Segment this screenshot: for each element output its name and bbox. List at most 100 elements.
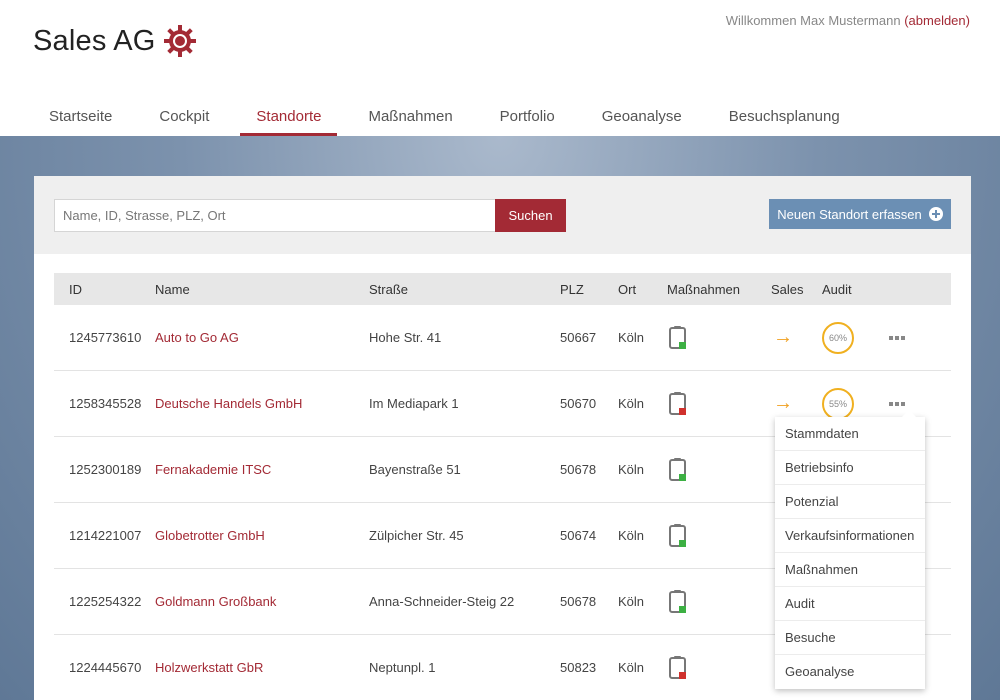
cell-name-link[interactable]: Goldmann Großbank [155, 594, 369, 609]
cell-audit: 60% [822, 321, 889, 354]
cell-ort: Köln [618, 462, 645, 477]
gear-logo-icon [163, 25, 196, 57]
app-name: Sales AG [33, 24, 156, 57]
table-header: ID Name Straße PLZ Ort Maßnahmen Sales A… [54, 273, 951, 305]
search-button[interactable]: Suchen [495, 199, 566, 232]
tab-startseite[interactable]: Startseite [33, 100, 128, 136]
cell-measures [667, 457, 771, 481]
menu-item-verkaufsinformationen[interactable]: Verkaufsinformationen [775, 519, 925, 553]
cell-plz: 50678 [560, 462, 597, 477]
audit-progress[interactable]: 60% [822, 321, 854, 354]
arrow-right-icon[interactable]: → [773, 326, 793, 349]
tab-portfolio[interactable]: Portfolio [484, 100, 571, 136]
clipboard-icon[interactable] [669, 655, 686, 679]
main-nav: Startseite Cockpit Standorte Maßnahmen Portf… [33, 100, 871, 136]
menu-item-stammdaten[interactable]: Stammdaten [775, 417, 925, 451]
cell-street: Anna-Schneider-Steig 22 [369, 594, 515, 609]
cell-name-link[interactable]: Fernakademie ITSC [155, 462, 369, 477]
cell-id: 1224445670 [69, 660, 142, 675]
tab-standorte[interactable]: Standorte [240, 100, 338, 136]
cell-street: Zülpicher Str. 45 [369, 528, 464, 543]
cell-measures [667, 391, 771, 415]
logo[interactable]: Sales AG [33, 24, 197, 58]
new-location-label: Neuen Standort erfassen [777, 206, 922, 222]
clipboard-icon[interactable] [669, 457, 686, 481]
cell-measures [667, 589, 771, 613]
tab-besuchsplanung[interactable]: Besuchsplanung [713, 100, 856, 136]
clipboard-icon[interactable] [669, 589, 686, 613]
tab-cockpit[interactable]: Cockpit [143, 100, 225, 136]
welcome-text: Willkommen Max Mustermann [725, 13, 905, 28]
cell-name-link[interactable]: Holzwerkstatt GbR [155, 660, 369, 675]
cell-name-link[interactable]: Deutsche Handels GmbH [155, 396, 369, 411]
menu-item-besuche[interactable]: Besuche [775, 621, 925, 655]
audit-progress[interactable]: 55% [822, 387, 854, 420]
header-audit[interactable]: Audit [822, 282, 889, 297]
arrow-right-icon[interactable]: → [773, 392, 793, 415]
cell-sales: → [771, 326, 822, 349]
cell-plz: 50678 [560, 594, 597, 609]
cell-actions [889, 334, 929, 342]
menu-item-potenzial[interactable]: Potenzial [775, 485, 925, 519]
cell-plz: 50823 [560, 660, 597, 675]
cell-street: Im Mediapark 1 [369, 396, 459, 411]
header-measures[interactable]: Maßnahmen [667, 282, 771, 297]
app-header: Sales AG Willkommen Max Mustermann (abme… [0, 0, 1000, 136]
cell-name-link[interactable]: Auto to Go AG [155, 330, 369, 345]
menu-item-betriebsinfo[interactable]: Betriebsinfo [775, 451, 925, 485]
cell-street: Neptunpl. 1 [369, 660, 436, 675]
search-input[interactable] [54, 199, 496, 232]
cell-plz: 50670 [560, 396, 597, 411]
more-options-icon[interactable] [889, 400, 929, 408]
cell-id: 1225254322 [69, 594, 142, 609]
cell-ort: Köln [618, 660, 645, 675]
status-indicator [679, 341, 686, 349]
header-street[interactable]: Straße [369, 282, 560, 297]
cell-sales: → [771, 392, 822, 415]
header-name[interactable]: Name [155, 282, 369, 297]
tab-geoanalyse[interactable]: Geoanalyse [586, 100, 698, 136]
search-bar: Suchen Neuen Standort erfassen [34, 176, 971, 254]
status-indicator [679, 539, 686, 547]
cell-measures [667, 655, 771, 679]
cell-street: Bayenstraße 51 [369, 462, 461, 477]
more-options-icon[interactable] [889, 334, 929, 342]
table-row: 1245773610 Auto to Go AG Hohe Str. 41 50667… [54, 305, 951, 371]
header-ort[interactable]: Ort [618, 282, 667, 297]
cell-id: 1245773610 [69, 330, 142, 345]
welcome-message: Willkommen Max Mustermann (abmelden) [725, 13, 970, 28]
status-indicator [679, 407, 686, 415]
new-location-button[interactable]: Neuen Standort erfassen [769, 199, 951, 229]
cell-measures [667, 523, 771, 547]
menu-item-audit[interactable]: Audit [775, 587, 925, 621]
cell-id: 1252300189 [69, 462, 142, 477]
cell-measures [667, 325, 771, 349]
plus-circle-icon [928, 207, 943, 221]
tab-maßnahmen[interactable]: Maßnahmen [352, 100, 468, 136]
row-actions-menu: Stammdaten Betriebsinfo Potenzial Verkaufsi… [775, 410, 925, 689]
cell-ort: Köln [618, 594, 645, 609]
header-id[interactable]: ID [54, 282, 155, 297]
cell-id: 1214221007 [69, 528, 142, 543]
cell-ort: Köln [618, 396, 645, 411]
header-plz[interactable]: PLZ [560, 282, 618, 297]
cell-id: 1258345528 [69, 396, 142, 411]
cell-actions [889, 400, 929, 408]
menu-item-maßnahmen[interactable]: Maßnahmen [775, 553, 925, 587]
cell-audit: 55% [822, 387, 889, 420]
menu-item-geoanalyse[interactable]: Geoanalyse [775, 655, 925, 689]
status-indicator [679, 605, 686, 613]
clipboard-icon[interactable] [669, 391, 686, 415]
logout-link[interactable]: abmelden [909, 13, 966, 28]
status-indicator [679, 671, 686, 679]
cell-street: Hohe Str. 41 [369, 330, 442, 345]
clipboard-icon[interactable] [669, 325, 686, 349]
cell-name-link[interactable]: Globetrotter GmbH [155, 528, 369, 543]
header-sales[interactable]: Sales [771, 282, 822, 297]
cell-ort: Köln [618, 528, 645, 543]
cell-ort: Köln [618, 330, 645, 345]
status-indicator [679, 473, 686, 481]
clipboard-icon[interactable] [669, 523, 686, 547]
cell-plz: 50667 [560, 330, 597, 345]
cell-plz: 50674 [560, 528, 597, 543]
